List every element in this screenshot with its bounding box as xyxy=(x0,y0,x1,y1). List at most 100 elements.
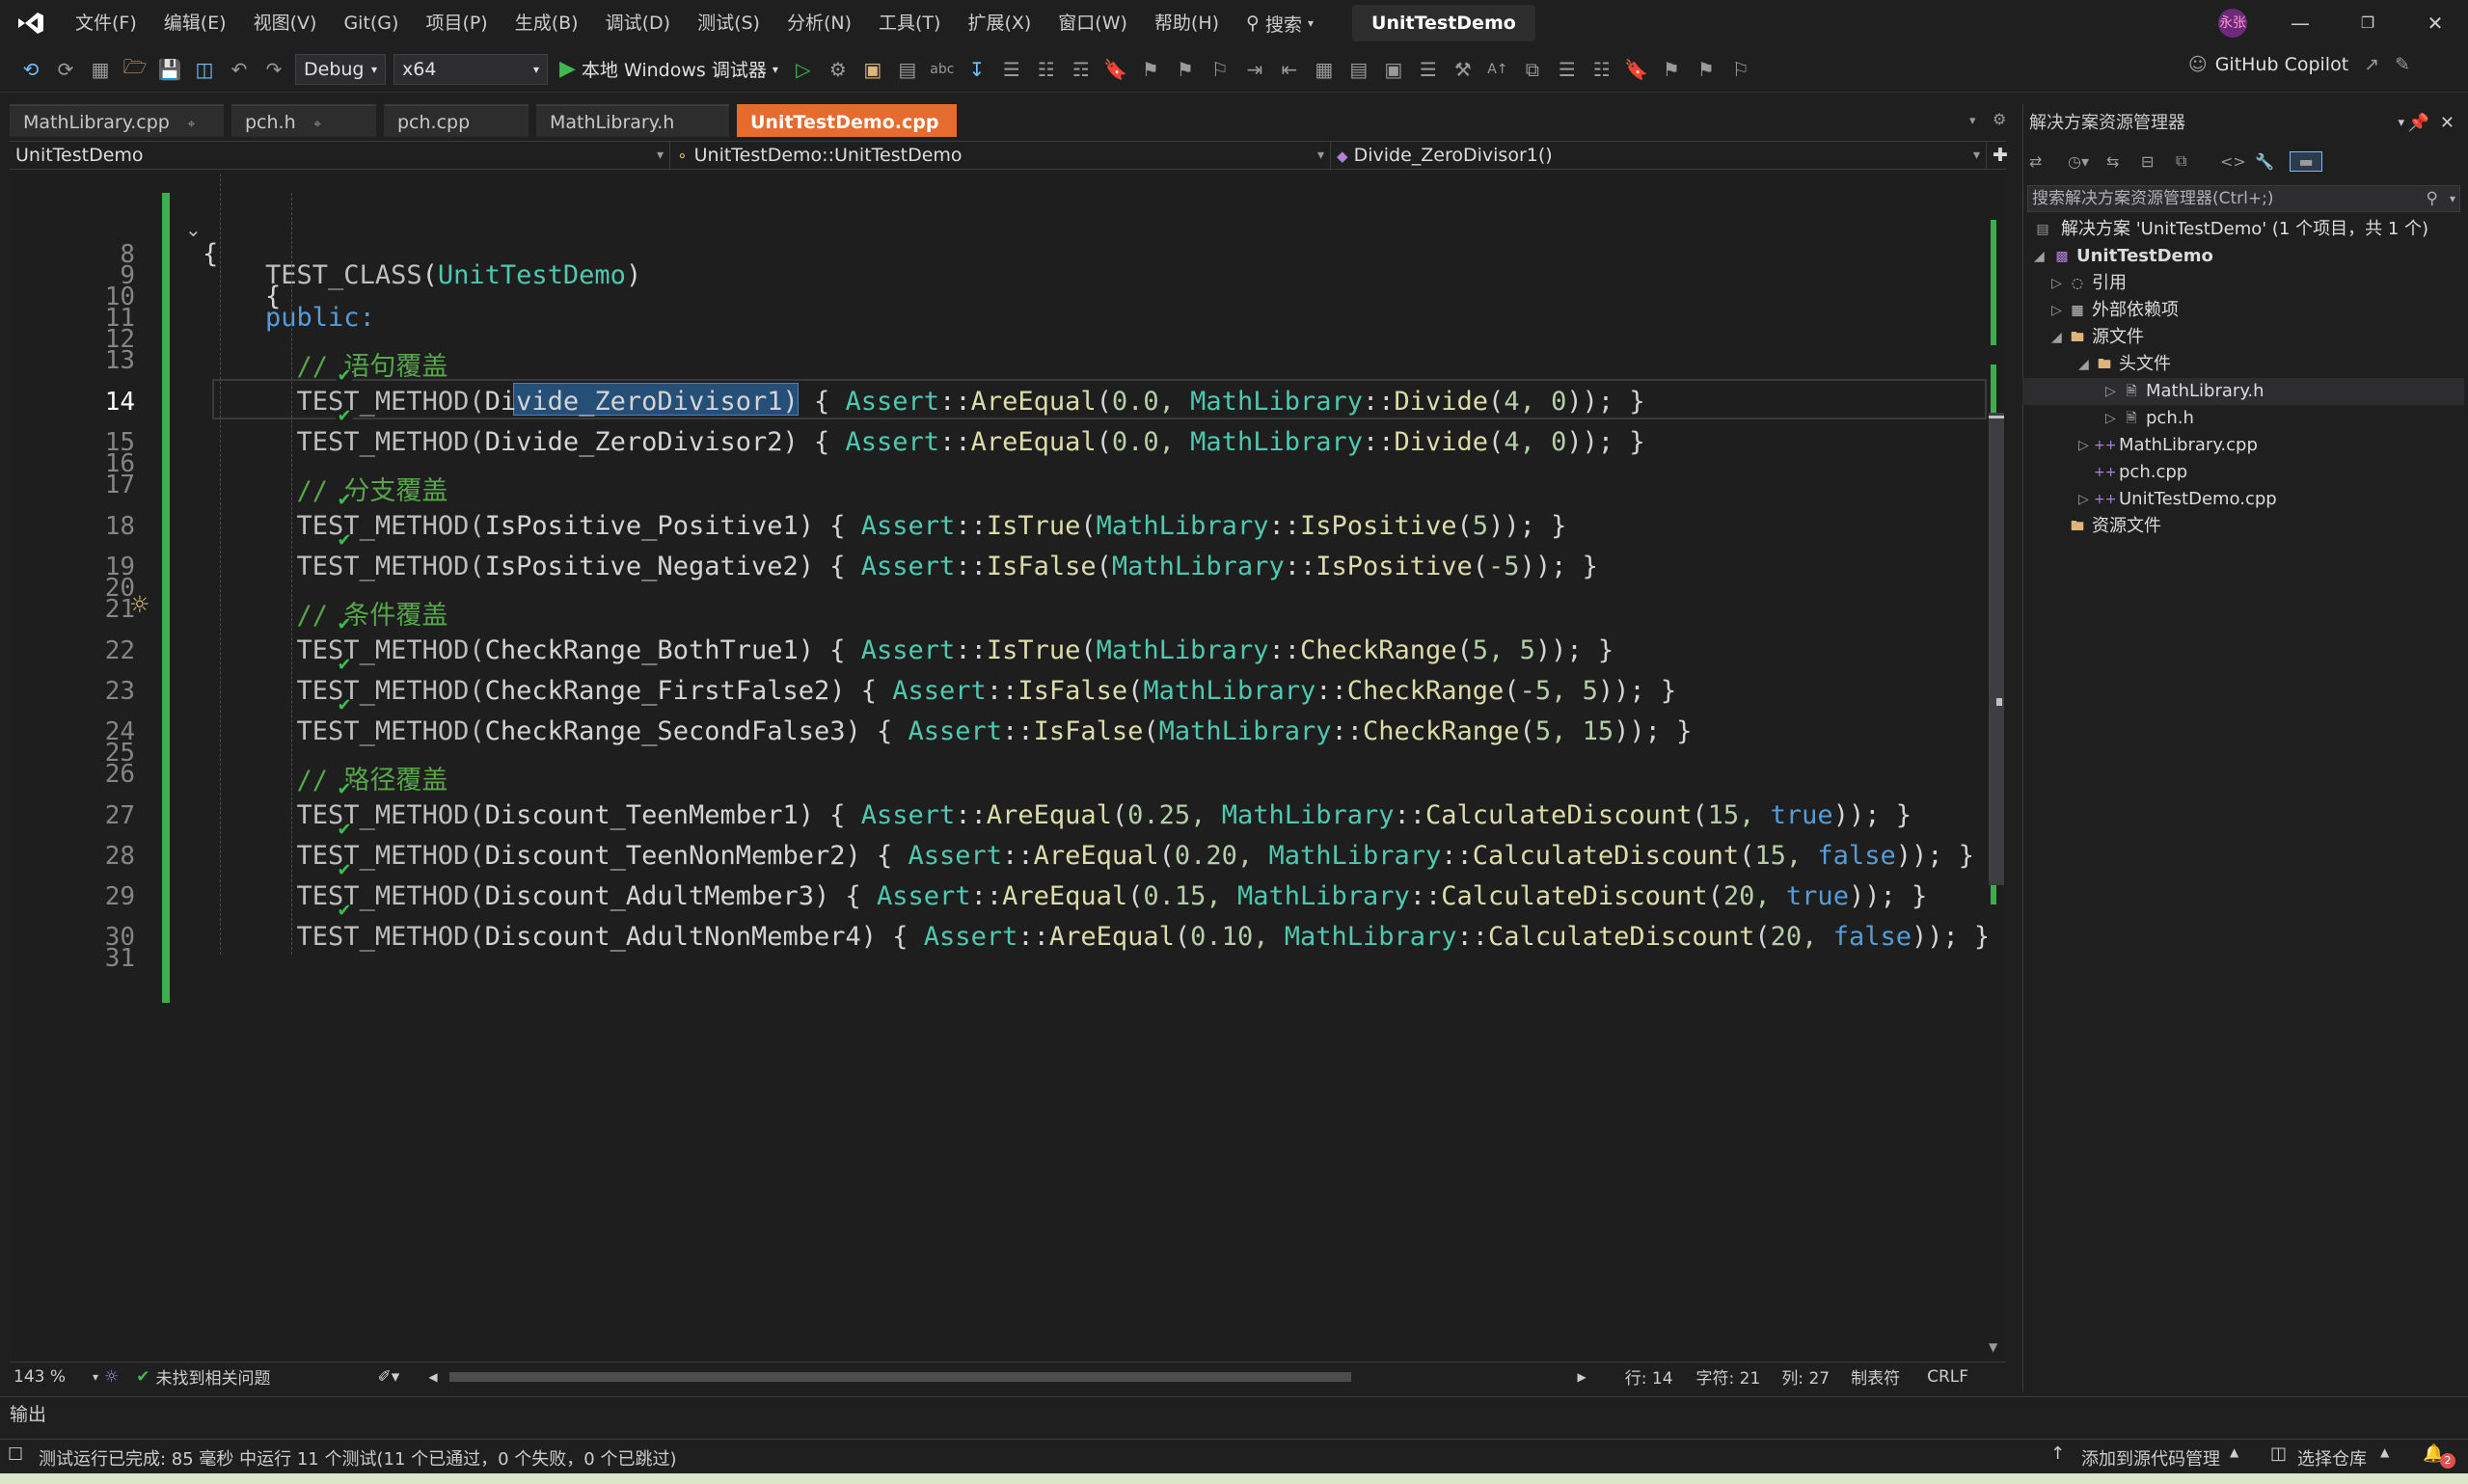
gear-icon[interactable]: ⚙ xyxy=(1993,110,2006,128)
project-name-badge[interactable]: UnitTestDemo xyxy=(1352,5,1535,41)
char-indicator[interactable]: 字符: 21 xyxy=(1696,1364,1761,1389)
project-dropdown[interactable]: UnitTestDemo ▾ xyxy=(10,142,670,169)
collapsed-arrow-icon[interactable]: ▷ xyxy=(2078,432,2089,459)
menu-item-7[interactable]: 测试(S) xyxy=(684,0,773,46)
tree-mathlibrary-h[interactable]: ▷ 🗎 MathLibrary.h xyxy=(2022,378,2464,405)
tree-references[interactable]: ▷ ◌ 引用 xyxy=(2022,270,2464,297)
col-indicator[interactable]: 列: 27 xyxy=(1781,1364,1830,1389)
scroll-right-icon[interactable]: ▶ xyxy=(1578,1370,1587,1384)
platform-select[interactable]: x64 ▾ xyxy=(393,53,548,85)
restore-button[interactable]: ❐ xyxy=(2334,0,2401,46)
code-line[interactable]: 30 TEST_METHOD(Discount_AdultNonMember4)… xyxy=(10,916,1991,957)
start-without-debugging-icon[interactable]: ▷ xyxy=(789,55,818,84)
toggle-outline-icon[interactable]: ▦ xyxy=(1310,55,1339,84)
code-editor[interactable]: 8{9 TEST_CLASS(UnitTestDemo) 10 {11 publi… xyxy=(10,172,2006,1358)
dropdown-icon[interactable]: ▾ xyxy=(2398,104,2404,143)
test-passed-icon[interactable]: ✔ xyxy=(336,408,353,425)
tree-external-dependencies[interactable]: ▷ ▦ 外部依赖项 xyxy=(2022,297,2464,324)
bookmark-clear-icon[interactable]: ⚐ xyxy=(1726,55,1755,84)
collapse-icon[interactable]: ▤ xyxy=(1344,55,1373,84)
tab-3[interactable]: MathLibrary.h xyxy=(536,104,729,137)
scope-dropdown[interactable]: ⚬ UnitTestDemo::UnitTestDemo ▾ xyxy=(670,142,1331,169)
code-line[interactable]: 26 // 路径覆盖 xyxy=(10,753,1987,796)
zoom-level[interactable]: 143 % xyxy=(14,1367,93,1387)
hot-reload-icon[interactable]: ⚙ xyxy=(824,55,853,84)
code-line[interactable]: 23 TEST_METHOD(CheckRange_FirstFalse2) {… xyxy=(10,670,1987,711)
add-to-source-control-button[interactable]: 添加到源代码管理 xyxy=(2081,1445,2220,1471)
pin-icon[interactable]: 📌 xyxy=(2408,104,2429,143)
step-icon[interactable]: ↧ xyxy=(963,55,991,84)
test-status-text[interactable]: 测试运行已完成: 85 毫秒 中运行 11 个测试(11 个已通过，0 个失败，… xyxy=(39,1445,677,1471)
code-line[interactable]: 28 TEST_METHOD(Discount_TeenNonMember2) … xyxy=(10,835,1987,876)
save-all-icon[interactable]: ◫ xyxy=(190,55,219,84)
chevron-down-icon[interactable]: ▾ xyxy=(93,1370,98,1384)
tab-1[interactable]: pch.h ⌖ xyxy=(231,104,376,137)
expanded-arrow-icon[interactable]: ◢ xyxy=(2051,324,2062,351)
menu-item-6[interactable]: 调试(D) xyxy=(592,0,684,46)
lightbulb-icon[interactable]: ☼ xyxy=(129,591,150,618)
collapsed-arrow-icon[interactable]: ▷ xyxy=(2105,405,2116,432)
test-passed-icon[interactable]: ✔ xyxy=(336,657,353,674)
collapsed-arrow-icon[interactable]: ▷ xyxy=(2051,297,2062,324)
code-line[interactable]: 17 // 分支覆盖 xyxy=(10,464,1987,506)
start-debugger-button[interactable]: ▶ 本地 Windows 调试器 ▾ xyxy=(559,56,778,82)
menu-item-8[interactable]: 分析(N) xyxy=(773,0,865,46)
code-line[interactable]: 22 TEST_METHOD(CheckRange_BothTrue1) { A… xyxy=(10,630,1987,670)
issues-status[interactable]: 未找到相关问题 xyxy=(156,1364,378,1389)
menu-item-12[interactable]: 帮助(H) xyxy=(1141,0,1233,46)
list-icon[interactable]: ☰ xyxy=(1553,55,1582,84)
bookmark-icon[interactable]: 🔖 xyxy=(1101,55,1130,84)
forward-icon[interactable]: ⟳ xyxy=(51,55,80,84)
test-passed-icon[interactable]: ✔ xyxy=(336,367,353,385)
code-line[interactable]: 24 TEST_METHOD(CheckRange_SecondFalse3) … xyxy=(10,711,1987,751)
text-icon[interactable]: A↑ xyxy=(1483,55,1512,84)
test-passed-icon[interactable]: ✔ xyxy=(336,781,353,798)
code-line[interactable]: 14 TEST_METHOD(Divide_ZeroDivisor1) { As… xyxy=(10,381,1987,421)
chevron-down-icon[interactable]: ▾ xyxy=(2450,186,2455,211)
menu-item-5[interactable]: 生成(B) xyxy=(502,0,592,46)
test-passed-icon[interactable]: ✔ xyxy=(336,532,353,550)
search-menu[interactable]: ⚲ 搜索 ▾ xyxy=(1233,11,1327,37)
tree-mathlibrary-cpp[interactable]: ▷ ++ MathLibrary.cpp xyxy=(2022,432,2464,459)
code-line[interactable]: 27 TEST_METHOD(Discount_TeenMember1) { A… xyxy=(10,795,1987,835)
uncomment-icon[interactable]: ☶ xyxy=(1067,55,1096,84)
test-passed-icon[interactable]: ✔ xyxy=(336,862,353,879)
format-icon[interactable]: ☰ xyxy=(997,55,1026,84)
spellcheck-icon[interactable]: abc xyxy=(928,55,957,84)
clear-bookmarks-icon[interactable]: ⚐ xyxy=(1206,55,1234,84)
menu-item-3[interactable]: Git(G) xyxy=(330,0,412,46)
expand-icon[interactable]: ▣ xyxy=(1379,55,1408,84)
undo-icon[interactable]: ↶ xyxy=(225,55,254,84)
collapsed-arrow-icon[interactable]: ▷ xyxy=(2051,270,2062,297)
test-passed-icon[interactable]: ✔ xyxy=(336,903,353,920)
bookmark-toggle-icon[interactable]: 🔖 xyxy=(1622,55,1651,84)
comment-icon[interactable]: ☷ xyxy=(1032,55,1061,84)
code-line[interactable]: 21 // 条件覆盖 xyxy=(10,588,1987,631)
configuration-select[interactable]: Debug ▾ xyxy=(295,53,386,85)
tab-overflow-icon[interactable]: ▾ xyxy=(1969,114,1976,128)
feedback-icon[interactable]: ✎ xyxy=(2395,54,2410,75)
indent-icon[interactable]: ⇥ xyxy=(1240,55,1269,84)
tab-0[interactable]: MathLibrary.cpp ⌖ xyxy=(10,104,224,137)
preview-icon[interactable]: ▬ xyxy=(2290,150,2322,172)
tab-2[interactable]: pch.cpp xyxy=(384,104,529,137)
code-line[interactable]: 13 // 语句覆盖 xyxy=(10,339,1987,382)
bookmark-next-icon[interactable]: ⚑ xyxy=(1692,55,1721,84)
visual-studio-logo-icon[interactable] xyxy=(0,0,62,46)
test-passed-icon[interactable]: ✔ xyxy=(336,822,353,839)
eol-indicator[interactable]: CRLF xyxy=(1927,1367,1968,1387)
outdent-icon[interactable]: ⇤ xyxy=(1275,55,1304,84)
tab-4[interactable]: UnitTestDemo.cpp xyxy=(737,104,957,137)
horizontal-scrollbar[interactable] xyxy=(443,1370,1572,1383)
copy-icon[interactable]: ⧉ xyxy=(1518,55,1547,84)
tools-icon[interactable]: ⚒ xyxy=(1449,55,1478,84)
vertical-scrollbar[interactable]: ▼ xyxy=(1987,172,2006,1358)
code-line[interactable]: 15 TEST_METHOD(Divide_ZeroDivisor2) { As… xyxy=(10,421,1987,462)
split-icon[interactable]: ✚ xyxy=(1987,142,2008,169)
collapsed-arrow-icon[interactable]: ▷ xyxy=(2105,378,2116,405)
tree-source-files[interactable]: ◢ 🖿 源文件 xyxy=(2022,324,2464,351)
open-folder-icon[interactable]: 🗁 xyxy=(121,55,149,84)
next-bookmark-icon[interactable]: ⚑ xyxy=(1171,55,1200,84)
tree-header-files[interactable]: ◢ 🖿 头文件 xyxy=(2022,351,2464,378)
properties-icon[interactable]: 🔧 xyxy=(2255,152,2284,171)
